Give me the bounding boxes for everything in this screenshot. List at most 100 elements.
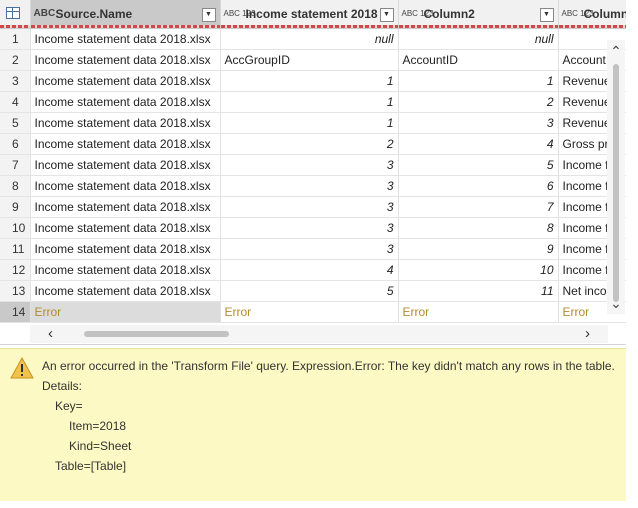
error-stripe [0,25,29,28]
cell-source-name[interactable]: Income statement data 2018.xlsx [30,49,221,71]
horizontal-scrollbar[interactable]: ‹ › [30,325,608,343]
error-message: An error occurred in the 'Transform File… [42,359,615,373]
error-item-value: Item=2018 [69,419,127,433]
error-details-panel: An error occurred in the 'Transform File… [0,348,626,501]
row-number[interactable]: 3 [0,70,31,92]
cell-income-statement[interactable]: 2 [220,133,399,155]
table-row: 5 Income statement data 2018.xlsx 1 3 Revenu… [0,112,626,134]
vertical-scroll-thumb[interactable] [613,64,619,302]
cell-column2[interactable]: 7 [398,196,559,218]
row-number[interactable]: 5 [0,112,31,134]
cell-income-statement[interactable]: 1 [220,112,399,134]
cell-column2[interactable]: 5 [398,154,559,176]
cell-income-statement[interactable]: 1 [220,91,399,113]
row-number[interactable]: 11 [0,238,31,260]
data-grid: ABC Source.Name ▼ ABC 123 Income statement… [0,0,626,345]
error-cell-source-name[interactable]: Error [30,301,221,323]
cell-column2[interactable]: null [398,28,559,50]
cell-column2[interactable]: 2 [398,91,559,113]
cell-income-statement[interactable]: 3 [220,217,399,239]
cell-column2[interactable]: 8 [398,217,559,239]
cell-income-statement[interactable]: 3 [220,196,399,218]
any-type-icon[interactable]: ABC 123 [402,10,434,18]
cell-column2[interactable]: 10 [398,259,559,281]
cell-income-statement[interactable]: 3 [220,175,399,197]
row-number[interactable]: 2 [0,49,31,71]
table-row: 1 Income statement data 2018.xlsx null null [0,28,626,50]
cell-column2[interactable]: 11 [398,280,559,302]
scroll-up-icon[interactable]: ⌃ [609,44,623,58]
column-label: Income statement 2018 [245,7,378,21]
cell-source-name[interactable]: Income statement data 2018.xlsx [30,196,221,218]
horizontal-scroll-thumb[interactable] [84,331,229,337]
scroll-left-icon[interactable]: ‹ [48,326,53,342]
cell-column2[interactable]: 9 [398,238,559,260]
warning-icon [10,357,34,379]
error-stripe [30,25,219,28]
cell-column2[interactable]: AccountID [398,49,559,71]
filter-dropdown-icon[interactable]: ▼ [539,8,554,22]
error-cell-column2[interactable]: Error [398,301,559,323]
error-cell-income-statement[interactable]: Error [220,301,399,323]
cell-source-name[interactable]: Income statement data 2018.xlsx [30,28,221,50]
text-type-icon[interactable]: ABC [34,9,56,19]
row-number[interactable]: 14 [0,301,31,323]
table-row: 2 Income statement data 2018.xlsx AccGroup… [0,49,626,71]
cell-source-name[interactable]: Income statement data 2018.xlsx [30,175,221,197]
cell-income-statement[interactable]: 3 [220,154,399,176]
row-number[interactable]: 13 [0,280,31,302]
cell-source-name[interactable]: Income statement data 2018.xlsx [30,70,221,92]
error-stripe [398,25,557,28]
column-label: Column2 [423,7,475,21]
error-stripe [220,25,397,28]
column-header-source-name[interactable]: ABC Source.Name ▼ [30,0,221,29]
cell-source-name[interactable]: Income statement data 2018.xlsx [30,133,221,155]
row-number[interactable]: 10 [0,217,31,239]
vertical-scrollbar[interactable]: ⌃ ⌄ [607,40,625,314]
cell-column2[interactable]: 4 [398,133,559,155]
cell-source-name[interactable]: Income statement data 2018.xlsx [30,280,221,302]
cell-source-name[interactable]: Income statement data 2018.xlsx [30,259,221,281]
row-number[interactable]: 1 [0,28,31,50]
table-row: 8 Income statement data 2018.xlsx 3 6 Income… [0,175,626,197]
cell-source-name[interactable]: Income statement data 2018.xlsx [30,238,221,260]
cell-income-statement[interactable]: 3 [220,238,399,260]
cell-source-name[interactable]: Income statement data 2018.xlsx [30,91,221,113]
row-number[interactable]: 8 [0,175,31,197]
column-header-column3[interactable]: ABC 123Column3 [558,0,626,29]
cell-income-statement[interactable]: null [220,28,399,50]
filter-dropdown-icon[interactable]: ▼ [379,8,394,22]
row-number[interactable]: 7 [0,154,31,176]
cell-column2[interactable]: 1 [398,70,559,92]
any-type-icon[interactable]: ABC 123 [562,10,594,18]
any-type-icon[interactable]: ABC 123 [224,10,256,18]
column-label: Source.Name [55,7,133,21]
scroll-right-icon[interactable]: › [585,326,590,342]
table-menu-button[interactable] [0,0,31,29]
table-icon [6,6,20,19]
cell-income-statement[interactable]: 5 [220,280,399,302]
table-row: 10 Income statement data 2018.xlsx 3 8 Incom… [0,217,626,239]
table-row: 12 Income statement data 2018.xlsx 4 10 Inco… [0,259,626,281]
table-row: 9 Income statement data 2018.xlsx 3 7 Income… [0,196,626,218]
cell-income-statement[interactable]: 1 [220,70,399,92]
table-row: 6 Income statement data 2018.xlsx 2 4 Gross … [0,133,626,155]
row-number[interactable]: 6 [0,133,31,155]
row-number[interactable]: 12 [0,259,31,281]
column-header-income-statement-2018[interactable]: ABC 123 Income statement 2018 ▼ [220,0,399,29]
error-key-label: Key= [55,399,83,413]
cell-source-name[interactable]: Income statement data 2018.xlsx [30,154,221,176]
cell-source-name[interactable]: Income statement data 2018.xlsx [30,217,221,239]
row-number[interactable]: 9 [0,196,31,218]
cell-income-statement[interactable]: AccGroupID [220,49,399,71]
scroll-down-icon[interactable]: ⌄ [609,296,623,310]
row-number[interactable]: 4 [0,91,31,113]
cell-source-name[interactable]: Income statement data 2018.xlsx [30,112,221,134]
filter-dropdown-icon[interactable]: ▼ [201,8,216,22]
cell-column2[interactable]: 6 [398,175,559,197]
column-header-column2[interactable]: ABC 123 Column2 ▼ [398,0,559,29]
header-row: ABC Source.Name ▼ ABC 123 Income statement… [0,0,626,29]
error-stripe [558,25,626,28]
cell-income-statement[interactable]: 4 [220,259,399,281]
cell-column2[interactable]: 3 [398,112,559,134]
